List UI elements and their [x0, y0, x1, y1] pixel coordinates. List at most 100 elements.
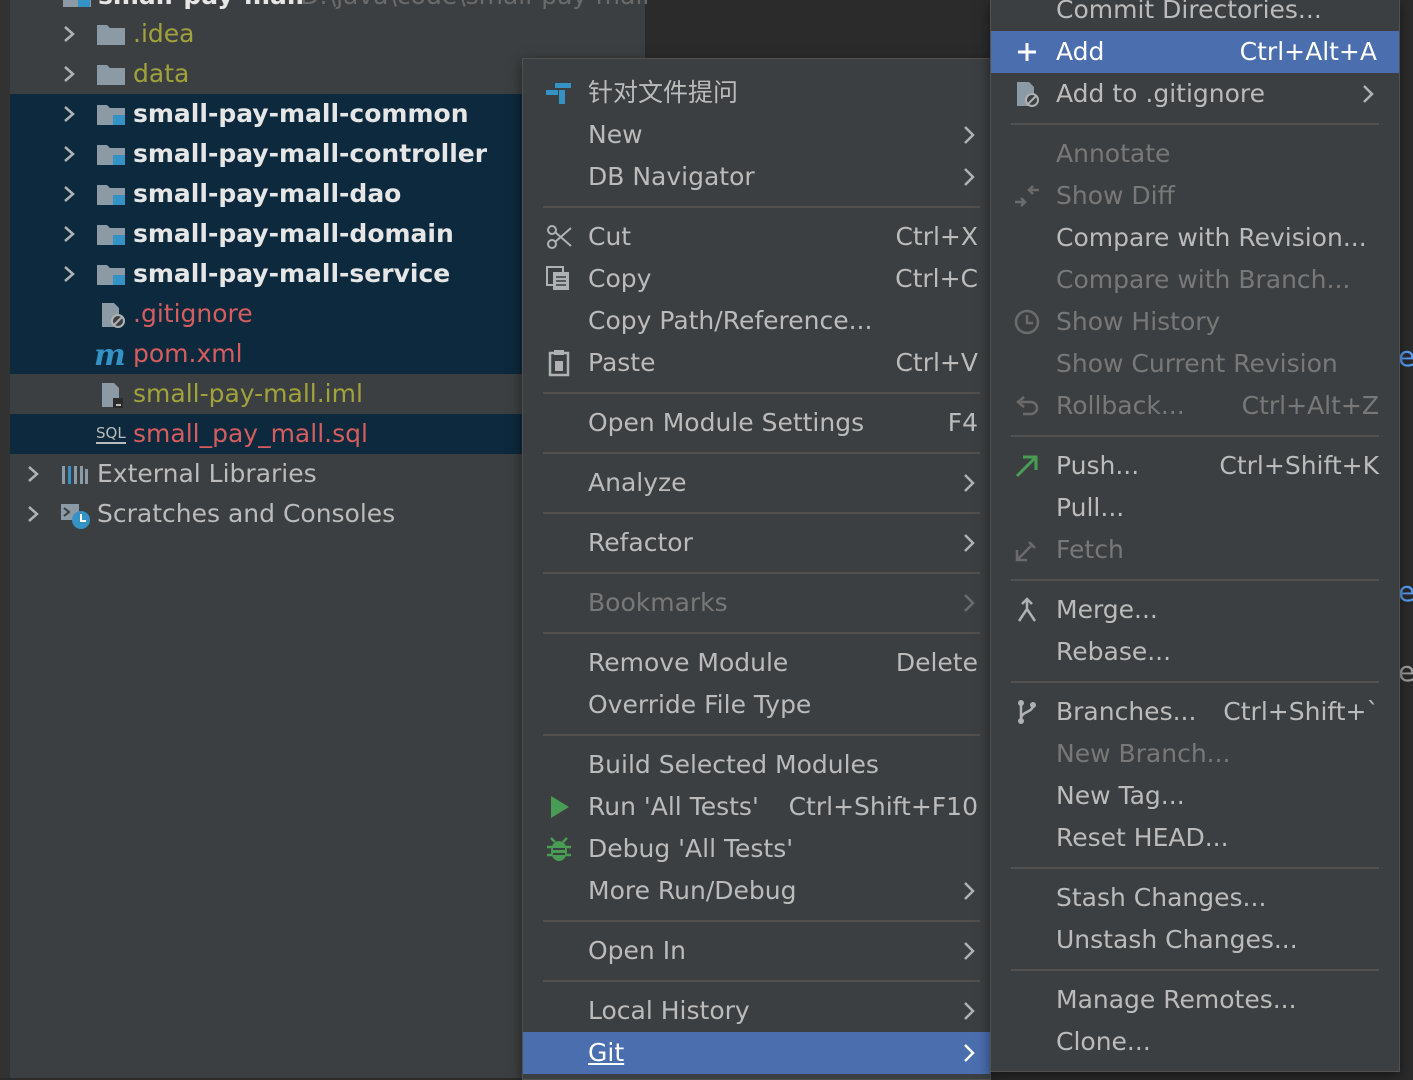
menu-item-pull[interactable]: Pull...	[991, 487, 1399, 529]
menu-item-label: Debug 'All Tests'	[588, 834, 794, 863]
diff-arrows-icon	[1013, 182, 1041, 210]
menu-item-label: Cut	[588, 222, 632, 251]
chevron-right-icon[interactable]	[26, 466, 40, 482]
menu-item-more-run-debug[interactable]: More Run/Debug	[523, 870, 990, 912]
menu-item-shortcut: Ctrl+Alt+Z	[1241, 391, 1379, 420]
menu-item-label: Reset HEAD...	[1056, 823, 1229, 852]
menu-item-label: Remove Module	[588, 648, 789, 677]
tree-item-label: small-pay-mall-dao	[133, 179, 402, 208]
menu-item-unstash-changes[interactable]: Unstash Changes...	[991, 919, 1399, 961]
push-arrow-icon	[1013, 452, 1041, 480]
menu-item-open-in[interactable]: Open In	[523, 930, 990, 972]
menu-item-git[interactable]: Git	[523, 1032, 990, 1074]
menu-item-push[interactable]: Push... Ctrl+Shift+K	[991, 445, 1399, 487]
chevron-right-icon[interactable]	[62, 226, 76, 242]
menu-item-label: Merge...	[1056, 595, 1158, 624]
menu-item-compare-with-revision[interactable]: Compare with Revision...	[991, 217, 1399, 259]
menu-item-fetch[interactable]: Fetch	[991, 529, 1399, 571]
module-file-icon	[98, 382, 128, 408]
submenu-arrow-icon	[962, 167, 976, 187]
menu-item-bookmarks[interactable]: Bookmarks	[523, 582, 990, 624]
menu-item-new-branch[interactable]: New Branch...	[991, 733, 1399, 775]
menu-item-new-tag[interactable]: New Tag...	[991, 775, 1399, 817]
menu-item-db-navigator[interactable]: DB Navigator	[523, 156, 990, 198]
menu-item-analyze[interactable]: Analyze	[523, 462, 990, 504]
menu-item-run-all-tests[interactable]: Run 'All Tests' Ctrl+Shift+F10	[523, 786, 990, 828]
menu-item-clone[interactable]: Clone...	[991, 1021, 1399, 1063]
module-folder-icon	[96, 182, 126, 206]
chevron-right-icon[interactable]	[62, 106, 76, 122]
menu-item-label: Commit Directories...	[1056, 0, 1322, 24]
menu-separator	[1011, 867, 1379, 869]
chevron-right-icon[interactable]	[62, 186, 76, 202]
menu-separator	[543, 734, 980, 736]
git-submenu: Commit Directories... Add Ctrl+Alt+A Add…	[990, 0, 1400, 1072]
menu-item-branches[interactable]: Branches... Ctrl+Shift+`	[991, 691, 1399, 733]
merge-icon	[1013, 596, 1041, 624]
menu-item-remove-module[interactable]: Remove Module Delete	[523, 642, 990, 684]
menu-separator	[1011, 969, 1379, 971]
tree-item-label: Scratches and Consoles	[97, 499, 396, 528]
submenu-arrow-icon	[962, 1043, 976, 1063]
menu-item-add-to-gitignore[interactable]: Add to .gitignore	[991, 73, 1399, 115]
module-folder-icon	[96, 222, 126, 246]
menu-item-paste[interactable]: Paste Ctrl+V	[523, 342, 990, 384]
menu-item-label: Rollback...	[1056, 391, 1185, 420]
menu-item-label: Run 'All Tests'	[588, 792, 759, 821]
menu-item-stash-changes[interactable]: Stash Changes...	[991, 877, 1399, 919]
menu-separator	[1011, 681, 1379, 683]
menu-item-reset-head[interactable]: Reset HEAD...	[991, 817, 1399, 859]
chevron-right-icon[interactable]	[62, 266, 76, 282]
menu-item-annotate[interactable]: Annotate	[991, 133, 1399, 175]
chevron-right-icon[interactable]	[62, 146, 76, 162]
menu-item-commit-directories[interactable]: Commit Directories...	[991, 0, 1399, 31]
chevron-right-icon[interactable]	[26, 506, 40, 522]
menu-item-add[interactable]: Add Ctrl+Alt+A	[991, 31, 1399, 73]
menu-item-cut[interactable]: Cut Ctrl+X	[523, 216, 990, 258]
menu-item-compare-with-branch[interactable]: Compare with Branch...	[991, 259, 1399, 301]
menu-item-debug-all-tests[interactable]: Debug 'All Tests'	[523, 828, 990, 870]
menu-item-rollback[interactable]: Rollback... Ctrl+Alt+Z	[991, 385, 1399, 427]
menu-item-ask-about-file[interactable]: 针对文件提问	[523, 72, 990, 114]
submenu-arrow-icon	[962, 1001, 976, 1021]
tree-item-label: small-pay-mall-common	[133, 99, 469, 128]
menu-item-label: DB Navigator	[588, 162, 755, 191]
menu-item-shortcut: F4	[947, 408, 978, 437]
menu-item-label: More Run/Debug	[588, 876, 797, 905]
menu-item-label: Git	[588, 1038, 625, 1067]
menu-item-build-selected-modules[interactable]: Build Selected Modules	[523, 744, 990, 786]
menu-separator	[543, 206, 980, 208]
menu-item-label: Manage Remotes...	[1056, 985, 1297, 1014]
menu-item-shortcut: Ctrl+C	[895, 264, 978, 293]
menu-item-manage-remotes[interactable]: Manage Remotes...	[991, 979, 1399, 1021]
menu-item-open-module-settings[interactable]: Open Module Settings F4	[523, 402, 990, 444]
menu-item-show-diff[interactable]: Show Diff	[991, 175, 1399, 217]
menu-item-shortcut: Ctrl+Shift+K	[1219, 451, 1379, 480]
menu-item-label: Bookmarks	[588, 588, 728, 617]
menu-item-merge[interactable]: Merge...	[991, 589, 1399, 631]
chevron-right-icon[interactable]	[62, 66, 76, 82]
clock-icon	[1013, 308, 1041, 336]
menu-item-new[interactable]: New	[523, 114, 990, 156]
chevron-right-icon[interactable]	[62, 26, 76, 42]
menu-item-label: New Branch...	[1056, 739, 1231, 768]
maven-icon: m	[94, 338, 126, 373]
menu-item-show-current-revision[interactable]: Show Current Revision	[991, 343, 1399, 385]
menu-item-override-file-type[interactable]: Override File Type	[523, 684, 990, 726]
menu-item-local-history[interactable]: Local History	[523, 990, 990, 1032]
menu-item-label: Rebase...	[1056, 637, 1172, 666]
menu-item-copy-path[interactable]: Copy Path/Reference...	[523, 300, 990, 342]
submenu-arrow-icon	[962, 593, 976, 613]
menu-item-copy[interactable]: Copy Ctrl+C	[523, 258, 990, 300]
menu-item-label: Open Module Settings	[588, 408, 865, 437]
menu-separator	[543, 512, 980, 514]
menu-separator	[543, 452, 980, 454]
tree-item-idea[interactable]: .idea	[10, 14, 645, 54]
menu-item-rebase[interactable]: Rebase...	[991, 631, 1399, 673]
menu-item-shortcut: Ctrl+Shift+`	[1223, 697, 1379, 726]
menu-item-shortcut: Ctrl+V	[895, 348, 978, 377]
menu-item-label: Stash Changes...	[1056, 883, 1267, 912]
menu-item-refactor[interactable]: Refactor	[523, 522, 990, 564]
menu-item-show-history[interactable]: Show History	[991, 301, 1399, 343]
menu-item-label: Pull...	[1056, 493, 1125, 522]
